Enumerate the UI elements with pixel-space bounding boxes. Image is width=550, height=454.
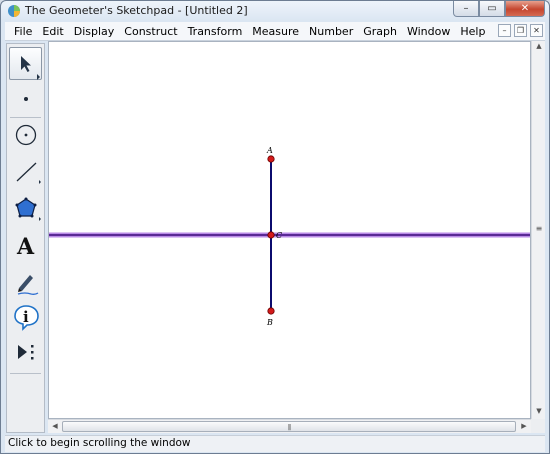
circle-icon bbox=[15, 124, 37, 146]
compass-tool[interactable] bbox=[9, 119, 42, 152]
minimize-button[interactable]: – bbox=[453, 1, 479, 17]
svg-text:A: A bbox=[16, 234, 35, 260]
menu-window[interactable]: Window bbox=[402, 25, 455, 38]
menu-bar: File Edit Display Construct Transform Me… bbox=[5, 22, 545, 41]
doc-restore-icon: ❐ bbox=[516, 26, 525, 35]
custom-tool[interactable] bbox=[9, 336, 42, 369]
line-segment-icon bbox=[16, 162, 41, 184]
selection-arrow-tool[interactable] bbox=[9, 47, 42, 80]
scroll-down-icon[interactable]: ▼ bbox=[532, 407, 546, 415]
menu-measure[interactable]: Measure bbox=[247, 25, 304, 38]
information-tool[interactable]: i bbox=[9, 300, 42, 333]
menu-number[interactable]: Number bbox=[304, 25, 358, 38]
straightedge-tool[interactable] bbox=[9, 155, 42, 188]
scroll-thumb-grip: ||| bbox=[287, 424, 291, 431]
point-a-label[interactable]: A bbox=[266, 146, 273, 155]
app-window: The Geometer's Sketchpad - [Untitled 2] … bbox=[0, 0, 550, 454]
marker-tool[interactable] bbox=[9, 264, 42, 297]
maximize-button[interactable]: ▭ bbox=[479, 1, 505, 17]
svg-text:i: i bbox=[23, 308, 29, 326]
scroll-up-icon[interactable]: ▲ bbox=[532, 42, 546, 50]
polygon-tool[interactable] bbox=[9, 191, 42, 224]
info-icon: i bbox=[14, 305, 39, 331]
close-button[interactable]: ✕ bbox=[505, 1, 545, 17]
document-controls: – ❐ ✕ bbox=[498, 24, 543, 37]
letter-a-icon: A bbox=[16, 234, 35, 260]
caption-buttons: – ▭ ✕ bbox=[453, 1, 545, 19]
toolbox-divider bbox=[10, 373, 41, 374]
scrollbar-corner bbox=[531, 419, 545, 433]
horizontal-scrollbar[interactable]: ◀ ||| ▶ bbox=[48, 419, 531, 433]
menu-help[interactable]: Help bbox=[455, 25, 490, 38]
play-dots-icon bbox=[18, 345, 34, 360]
maximize-icon: ▭ bbox=[487, 3, 497, 14]
point-b[interactable] bbox=[267, 307, 275, 315]
menu-transform[interactable]: Transform bbox=[183, 25, 248, 38]
window-title: The Geometer's Sketchpad - [Untitled 2] bbox=[25, 4, 248, 17]
doc-minimize-icon: – bbox=[502, 26, 507, 35]
scroll-left-icon[interactable]: ◀ bbox=[48, 422, 62, 430]
close-icon: ✕ bbox=[520, 3, 530, 14]
pentagon-icon bbox=[15, 197, 41, 221]
doc-restore-button[interactable]: ❐ bbox=[514, 24, 527, 37]
point-tool[interactable] bbox=[9, 82, 42, 115]
toolbox-divider bbox=[10, 117, 41, 118]
doc-close-button[interactable]: ✕ bbox=[530, 24, 543, 37]
doc-close-icon: ✕ bbox=[533, 26, 540, 35]
pen-icon bbox=[17, 275, 39, 295]
sketch-canvas[interactable]: A B C bbox=[48, 41, 531, 419]
scroll-grip-icon[interactable]: ≡ bbox=[532, 224, 546, 233]
horizontal-scroll-thumb[interactable]: ||| bbox=[62, 421, 516, 432]
point-icon bbox=[24, 97, 28, 101]
status-bar: Click to begin scrolling the window bbox=[5, 435, 545, 452]
point-c[interactable] bbox=[267, 231, 275, 239]
menu-edit[interactable]: Edit bbox=[37, 25, 68, 38]
point-c-label[interactable]: C bbox=[276, 231, 282, 240]
title-bar[interactable]: The Geometer's Sketchpad - [Untitled 2] … bbox=[1, 1, 549, 21]
text-tool[interactable]: A bbox=[9, 228, 42, 261]
doc-minimize-button[interactable]: – bbox=[498, 24, 511, 37]
arrow-pointer-icon bbox=[21, 56, 40, 80]
sketchpad-app-icon bbox=[8, 5, 20, 17]
menu-construct[interactable]: Construct bbox=[119, 25, 182, 38]
point-b-label[interactable]: B bbox=[266, 318, 273, 327]
menu-file[interactable]: File bbox=[9, 25, 37, 38]
menu-display[interactable]: Display bbox=[69, 25, 120, 38]
menu-graph[interactable]: Graph bbox=[358, 25, 402, 38]
sketch-drawing: A B C bbox=[49, 146, 530, 327]
minimize-icon: – bbox=[463, 3, 469, 14]
status-text: Click to begin scrolling the window bbox=[8, 437, 191, 449]
scroll-right-icon[interactable]: ▶ bbox=[517, 422, 531, 430]
vertical-scrollbar[interactable]: ▲ ≡ ▼ bbox=[531, 41, 545, 419]
point-a[interactable] bbox=[267, 155, 275, 163]
toolbox: A i bbox=[6, 43, 45, 433]
